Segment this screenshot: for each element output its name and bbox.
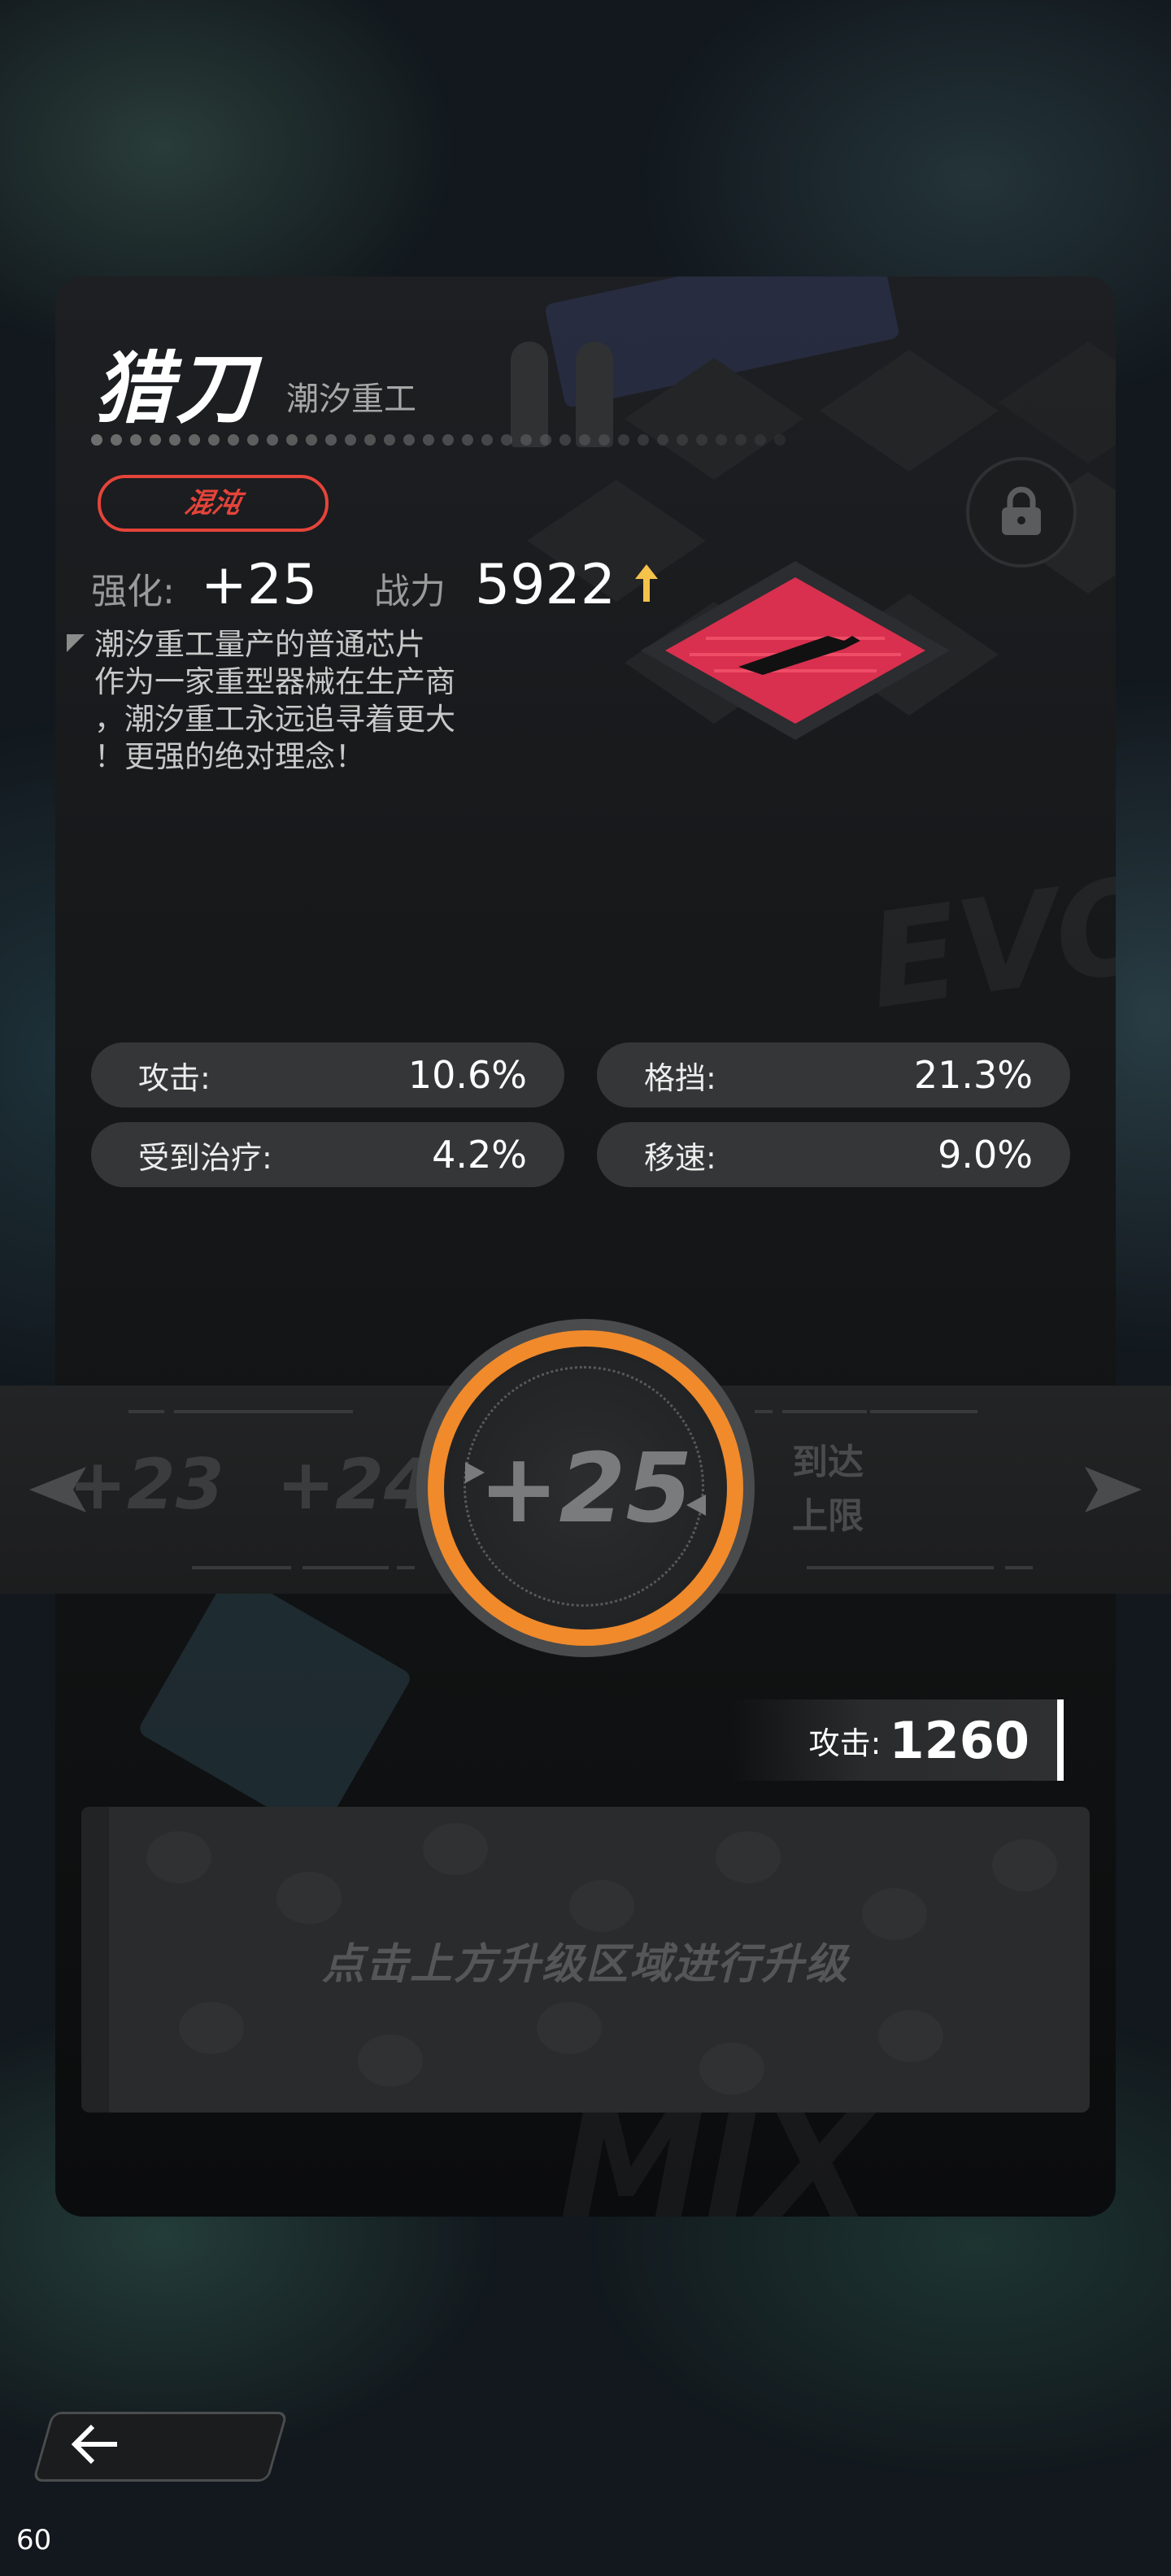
level-dot	[599, 434, 610, 446]
level-dot	[774, 434, 786, 446]
upgrade-hint: 点击上方升级区域进行升级	[321, 1939, 849, 1989]
enhance-row: 强化: +25	[91, 553, 317, 617]
level-option-prev2[interactable]: +23	[68, 1444, 224, 1525]
level-dot	[403, 434, 415, 446]
arrow-up-icon	[635, 564, 659, 602]
level-dot	[579, 434, 590, 446]
item-name: 猎刀	[94, 343, 257, 434]
description-mark	[67, 634, 85, 652]
current-level: +25	[478, 1432, 693, 1544]
stat-attack: 攻击: 10.6%	[91, 1042, 564, 1107]
stat-label: 移速:	[644, 1139, 716, 1176]
level-dot	[696, 434, 707, 446]
stat-healing: 受到治疗: 4.2%	[91, 1122, 564, 1187]
upgrade-area[interactable]: 点击上方升级区域进行升级	[81, 1807, 1090, 2113]
attack-bonus-value: 1260	[889, 1710, 1030, 1770]
stat-block: 格挡: 21.3%	[597, 1042, 1070, 1107]
fps-counter: 60	[16, 2524, 52, 2556]
level-dot	[559, 434, 571, 446]
level-dot	[540, 434, 551, 446]
chip-icon[interactable]	[641, 561, 950, 740]
attack-bonus-label: 攻击:	[808, 1725, 882, 1761]
level-dots	[91, 434, 786, 447]
back-arrow-icon	[71, 2424, 117, 2465]
item-detail-panel: EVO! MIX 猎刀 潮汐重工 混沌 强化: +25 战力 5922 潮汐重工…	[55, 276, 1116, 2217]
level-dot	[677, 434, 688, 446]
level-dot	[716, 434, 727, 446]
level-dot	[345, 434, 356, 446]
level-dot	[735, 434, 747, 446]
stat-value: 21.3%	[913, 1053, 1033, 1097]
power-row: 战力 5922	[374, 553, 659, 617]
level-dot	[286, 434, 298, 446]
level-dot	[267, 434, 278, 446]
sticker-decoration	[136, 1569, 414, 1838]
item-maker: 潮汐重工	[286, 381, 416, 418]
level-dot	[442, 434, 454, 446]
level-dot	[481, 434, 493, 446]
stat-value: 10.6%	[407, 1053, 527, 1097]
max-line-1: 到达	[792, 1442, 864, 1483]
level-dot	[150, 434, 161, 446]
level-dot	[501, 434, 512, 446]
level-option-prev1[interactable]: +24	[276, 1444, 433, 1525]
stat-value: 9.0%	[938, 1133, 1033, 1177]
max-line-2: 上限	[792, 1495, 864, 1537]
stat-speed: 移速: 9.0%	[597, 1122, 1070, 1187]
power-label: 战力	[374, 571, 446, 612]
level-dot	[462, 434, 473, 446]
level-dot	[520, 434, 532, 446]
enhance-value: +25	[200, 553, 318, 617]
tier-label: 混沌	[181, 487, 245, 520]
level-dot	[638, 434, 649, 446]
attack-bonus-tag: 攻击: 1260	[732, 1699, 1064, 1781]
power-value: 5922	[475, 553, 616, 617]
level-dot	[657, 434, 668, 446]
arrow-right-icon[interactable]	[1085, 1467, 1142, 1512]
item-description: 潮汐重工量产的普通芯片 作为一家重型器械在生产商 ，潮汐重工永远追寻着更大 ！更…	[94, 626, 533, 776]
level-dot	[208, 434, 220, 446]
lock-icon	[1002, 486, 1041, 535]
stat-label: 攻击:	[138, 1060, 211, 1096]
level-dot	[364, 434, 376, 446]
level-dot	[325, 434, 337, 446]
enhance-label: 强化:	[91, 571, 175, 612]
level-dot	[423, 434, 434, 446]
stat-value: 4.2%	[432, 1133, 527, 1177]
level-dot	[111, 434, 122, 446]
description-line: ！更强的绝对理念！	[94, 739, 365, 774]
level-option-max[interactable]: 到达 上限	[792, 1436, 864, 1543]
stat-label: 受到治疗:	[138, 1139, 272, 1176]
description-line: 作为一家重型器械在生产商	[94, 664, 455, 699]
level-dot	[384, 434, 395, 446]
description-line: 潮汐重工量产的普通芯片	[94, 627, 425, 662]
level-dot	[755, 434, 766, 446]
attack-bonus-bar	[1057, 1699, 1064, 1781]
level-dot	[91, 434, 102, 446]
level-dot	[618, 434, 629, 446]
level-dot	[247, 434, 259, 446]
level-dot	[228, 434, 239, 446]
stat-label: 格挡:	[644, 1060, 716, 1096]
description-line: ，潮汐重工永远追寻着更大	[94, 702, 455, 737]
level-dot	[130, 434, 141, 446]
tier-badge: 混沌	[98, 475, 329, 532]
lock-button[interactable]	[966, 457, 1077, 568]
level-dot	[169, 434, 181, 446]
level-dot	[306, 434, 317, 446]
level-dot	[189, 434, 200, 446]
